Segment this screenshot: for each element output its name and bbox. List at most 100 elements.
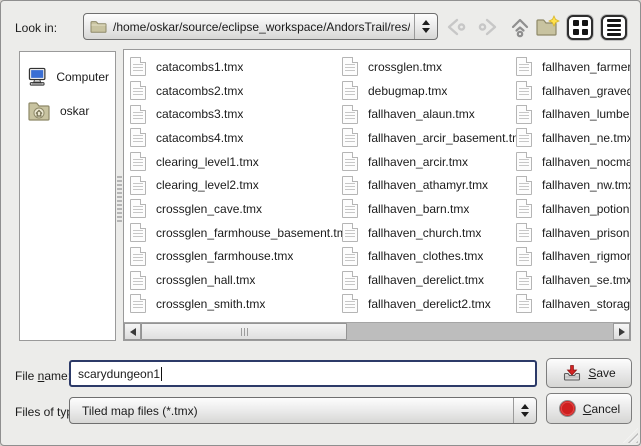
file-item[interactable]: catacombs2.tmx [130,79,342,103]
file-item[interactable]: fallhaven_arcir_basement.tmx [342,126,516,150]
file-name-label: File name: [15,369,71,383]
new-folder-icon[interactable] [535,14,561,40]
file-type-combobox[interactable]: Tiled map files (*.tmx) [69,397,537,424]
scroll-left-icon[interactable] [124,323,141,340]
file-item[interactable]: crossglen_farmhouse_basement.tmx [130,221,342,245]
file-item[interactable]: clearing_level1.tmx [130,150,342,174]
grid-view-icon[interactable] [567,15,593,40]
file-item[interactable]: catacombs4.tmx [130,126,342,150]
document-icon [342,176,358,195]
file-item[interactable]: fallhaven_prison [516,221,630,245]
file-item[interactable]: fallhaven_athamyr.tmx [342,173,516,197]
scroll-right-icon[interactable] [613,323,630,340]
document-icon [516,176,532,195]
file-name-label: fallhaven_lumber [542,107,630,121]
cancel-button[interactable]: Cancel [546,393,632,424]
file-item[interactable]: crossglen_farmhouse.tmx [130,245,342,269]
file-name-label: fallhaven_rigmor [542,249,630,263]
look-in-label: Look in: [15,21,57,35]
file-item[interactable]: fallhaven_derelict.tmx [342,268,516,292]
file-item[interactable]: fallhaven_rigmor [516,245,630,269]
save-button[interactable]: Save [546,358,632,388]
places-sidebar: Computer oskar [19,51,116,341]
up-folder-icon[interactable] [507,14,533,40]
document-icon [342,105,358,124]
file-item[interactable]: crossglen_smith.tmx [130,292,342,316]
file-name-label: fallhaven_se.tmx [542,273,630,287]
file-item[interactable]: fallhaven_nw.tmx [516,173,630,197]
file-item[interactable]: fallhaven_potion [516,197,630,221]
file-item[interactable]: fallhaven_alaun.tmx [342,102,516,126]
document-icon [130,199,146,218]
file-item[interactable]: fallhaven_barn.tmx [342,197,516,221]
combo-spinner-icon[interactable] [514,404,536,417]
file-item[interactable]: fallhaven_derelict2.tmx [342,292,516,316]
cancel-stop-icon [558,399,577,418]
forward-icon[interactable] [475,14,501,40]
file-item[interactable]: crossglen_cave.tmx [130,197,342,221]
file-column: crossglen.tmxdebugmap.tmx fallhaven_alaun… [342,55,516,316]
file-name-value: scarydungeon1 [78,367,160,381]
document-icon [342,81,358,100]
file-name-label: crossglen_farmhouse.tmx [156,249,293,263]
document-icon [342,271,358,290]
file-item[interactable]: clearing_level2.tmx [130,173,342,197]
scrollbar-thumb[interactable] [141,323,347,340]
document-icon [342,128,358,147]
file-name-label: fallhaven_farmer [542,60,630,74]
file-name-input[interactable]: scarydungeon1 [69,360,537,387]
document-icon [342,294,358,313]
splitter-handle[interactable] [117,176,122,222]
file-name-label: fallhaven_nw.tmx [542,178,630,192]
cancel-button-label: Cancel [583,402,620,416]
look-in-combobox[interactable]: /home/oskar/source/eclipse_workspace/And… [83,13,438,40]
file-name-label: fallhaven_church.tmx [368,226,481,240]
horizontal-scrollbar[interactable] [124,322,630,340]
file-item[interactable]: fallhaven_lumber [516,102,630,126]
file-item[interactable]: fallhaven_storag [516,292,630,316]
document-icon [130,152,146,171]
save-icon [562,364,582,382]
computer-icon [26,66,48,88]
file-name-label: fallhaven_alaun.tmx [368,107,475,121]
file-name-label: catacombs4.tmx [156,131,243,145]
file-item[interactable]: debugmap.tmx [342,79,516,103]
file-column: catacombs1.tmxcatacombs2.tmxcatacombs3.t… [130,55,342,316]
list-view-icon[interactable] [601,15,627,40]
file-item[interactable]: fallhaven_arcir.tmx [342,150,516,174]
sidebar-item-home[interactable]: oskar [20,94,115,128]
file-item[interactable]: fallhaven_farmer [516,55,630,79]
sidebar-item-computer[interactable]: Computer [20,60,115,94]
file-name-label: fallhaven_athamyr.tmx [368,178,488,192]
combo-spinner-icon[interactable] [415,20,437,33]
folder-icon [90,20,107,33]
document-icon [516,57,532,76]
document-icon [130,57,146,76]
file-item[interactable]: crossglen.tmx [342,55,516,79]
file-name-label: fallhaven_storag [542,297,630,311]
file-name-label: fallhaven_potion [542,202,629,216]
document-icon [342,247,358,266]
file-name-label: fallhaven_arcir_basement.tmx [368,131,516,145]
back-icon[interactable] [443,14,469,40]
file-item[interactable]: fallhaven_ne.tmx [516,126,630,150]
resize-grip[interactable] [623,428,638,443]
file-item[interactable]: fallhaven_nocma [516,150,630,174]
file-name-label: fallhaven_nocma [542,155,630,169]
file-item[interactable]: crossglen_hall.tmx [130,268,342,292]
sidebar-item-label: Computer [56,70,109,84]
file-save-dialog: Look in: /home/oskar/source/eclipse_work… [0,0,641,446]
file-item[interactable]: catacombs3.tmx [130,102,342,126]
file-name-label: clearing_level2.tmx [156,178,259,192]
document-icon [130,105,146,124]
document-icon [516,152,532,171]
file-item[interactable]: fallhaven_church.tmx [342,221,516,245]
document-icon [516,247,532,266]
file-item[interactable]: fallhaven_graved [516,79,630,103]
file-item[interactable]: fallhaven_se.tmx [516,268,630,292]
file-item[interactable]: fallhaven_clothes.tmx [342,245,516,269]
file-name-label: fallhaven_derelict2.tmx [368,297,491,311]
file-item[interactable]: catacombs1.tmx [130,55,342,79]
file-list: catacombs1.tmxcatacombs2.tmxcatacombs3.t… [123,49,631,341]
document-icon [516,128,532,147]
